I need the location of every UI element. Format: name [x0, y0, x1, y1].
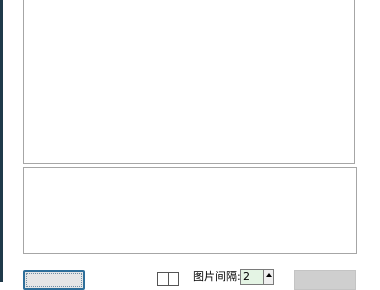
secondary-action-button[interactable] — [294, 270, 356, 290]
primary-action-button[interactable] — [23, 270, 85, 290]
layout-divider-icon — [168, 273, 169, 285]
info-text-panel — [23, 167, 357, 254]
image-spacing-input[interactable]: 2 — [240, 269, 264, 285]
image-spacing-label: 图片间隔: — [193, 270, 241, 283]
layout-toggle[interactable] — [157, 272, 179, 286]
window-left-border — [0, 0, 3, 282]
focus-rectangle — [26, 273, 82, 287]
spin-up-button[interactable] — [264, 269, 274, 285]
app-window: 图片间隔: 2 — [0, 0, 380, 290]
spin-up-arrow-icon — [266, 273, 272, 277]
image-preview-panel — [23, 0, 355, 164]
